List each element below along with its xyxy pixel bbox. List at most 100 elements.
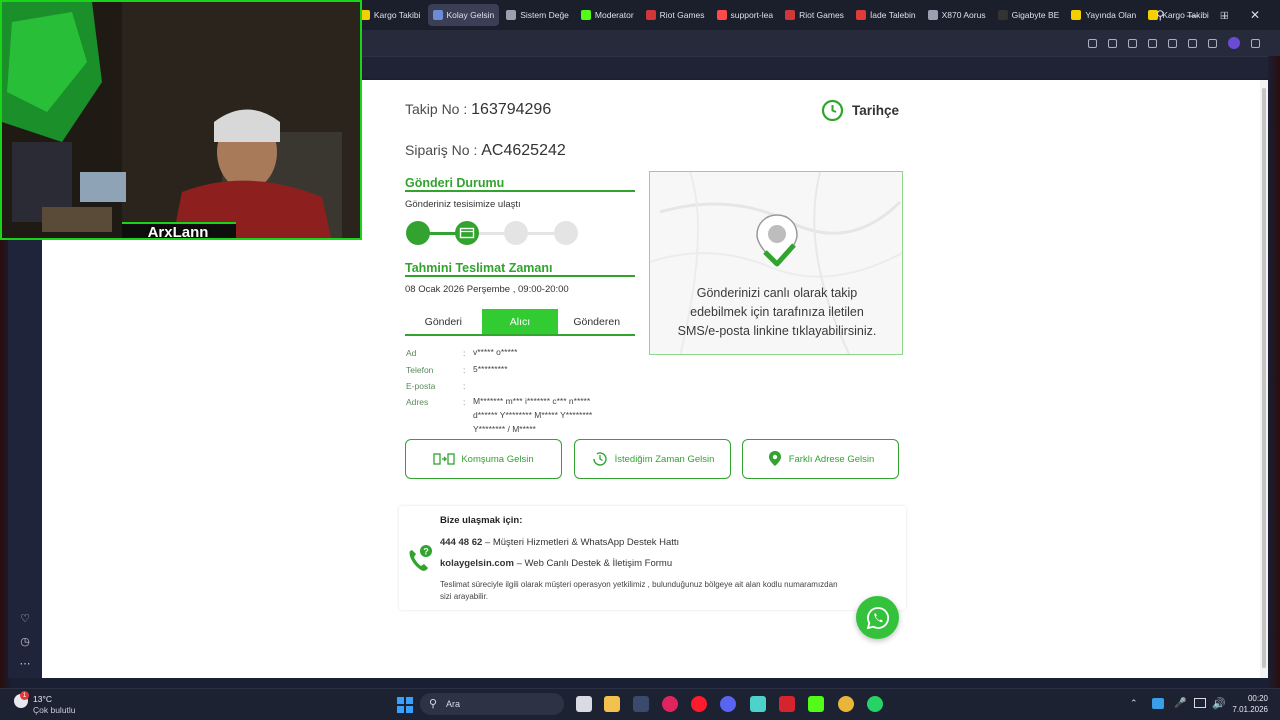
tab-label: Kargo Takibi — [373, 10, 421, 20]
tray-app-icon[interactable] — [1152, 698, 1164, 709]
progress-step-1 — [406, 221, 430, 245]
location-pin-icon — [756, 214, 798, 267]
menu-icon[interactable] — [1208, 38, 1217, 48]
scheduled-button[interactable]: İstediğim Zaman Gelsin — [574, 439, 731, 479]
tab-label: Gigabyte BE — [1011, 10, 1060, 20]
kick-icon[interactable] — [808, 696, 824, 712]
tab-label: Sistem Değe — [520, 10, 569, 20]
notepad-icon[interactable] — [750, 696, 766, 712]
tab-favicon-icon — [432, 10, 443, 20]
volume-icon[interactable]: 🔊 — [1212, 697, 1226, 710]
shield-icon[interactable] — [1128, 38, 1137, 48]
other-address-label: Farklı Adrese Gelsin — [788, 453, 875, 465]
browser-tab[interactable]: Yayında Olan — [1066, 4, 1141, 26]
browser-toolbar — [362, 30, 1280, 56]
tray-chevron-icon[interactable]: ⌃ — [1130, 698, 1138, 709]
search-label: Ara — [446, 699, 461, 709]
eposta-label: E-posta — [406, 381, 436, 391]
clock-date[interactable]: 7.01.2026 — [1226, 705, 1268, 714]
browser-tab[interactable]: Moderator — [576, 4, 639, 26]
tab-favicon-icon — [997, 10, 1008, 20]
scrollbar-thumb[interactable] — [1262, 88, 1266, 668]
tab-favicon-icon — [716, 10, 727, 20]
support-phone-icon: ? — [409, 545, 432, 571]
minimize-icon[interactable]: — — [1187, 8, 1199, 22]
adres-line-3: Y******** / M***** — [473, 424, 536, 434]
ad-separator: : — [463, 348, 466, 358]
takip-label: Takip No : — [405, 101, 468, 117]
discord-icon[interactable] — [720, 696, 736, 712]
tab-favicon-icon — [645, 10, 656, 20]
takip-no: Takip No : 163794296 — [405, 101, 551, 119]
browser-tab[interactable]: İade Talebin — [851, 4, 921, 26]
windows-start-icon[interactable] — [397, 697, 413, 713]
taskbar-search[interactable]: ⚲ Ara — [420, 693, 564, 715]
close-icon[interactable]: ✕ — [1250, 8, 1260, 22]
streamer-name: ArxLann — [147, 224, 209, 240]
whatsapp-taskbar-icon[interactable] — [867, 696, 883, 712]
valorant-icon[interactable] — [779, 696, 795, 712]
history-link[interactable]: Tarihçe — [821, 99, 899, 122]
play-icon[interactable] — [1148, 38, 1157, 48]
task-view-icon[interactable] — [576, 696, 592, 712]
heart-icon[interactable]: ♡ — [19, 613, 31, 625]
tab-label: İade Talebin — [869, 10, 916, 20]
whatsapp-button[interactable] — [856, 596, 899, 639]
contact-web[interactable]: kolaygelsin.com — [440, 558, 514, 569]
contact-note: Teslimat süreciyle ilgili olarak müşteri… — [440, 579, 900, 603]
whatsapp-icon — [866, 606, 889, 629]
tab-label: Yayında Olan — [1085, 10, 1137, 20]
display-icon[interactable] — [1194, 698, 1206, 708]
chrome-icon[interactable] — [838, 696, 854, 712]
search-tabs-icon[interactable]: ⚲ — [1156, 8, 1165, 22]
browser-tab[interactable]: Sistem Değe — [501, 4, 574, 26]
browser-tab[interactable]: Kolay Gelsin — [427, 4, 500, 26]
svg-text:?: ? — [423, 547, 429, 557]
clock-time[interactable]: 00:20 — [1232, 694, 1268, 703]
tab-gonderen[interactable]: Gönderen — [558, 309, 635, 334]
file-explorer-icon[interactable] — [604, 696, 620, 712]
status-text: Gönderiniz tesisimize ulaştı — [405, 199, 521, 210]
contact-phone[interactable]: 444 48 62 — [440, 537, 482, 548]
profile-avatar[interactable] — [1228, 37, 1240, 49]
more-icon[interactable]: ⋯ — [19, 658, 31, 670]
webcam-scene — [2, 2, 360, 238]
camera-icon[interactable] — [1108, 38, 1117, 48]
heart-icon[interactable] — [1168, 38, 1177, 48]
extensions-icon[interactable] — [1251, 38, 1260, 48]
tab-gonderi[interactable]: Gönderi — [405, 309, 482, 334]
media-player-icon[interactable] — [662, 696, 678, 712]
contact-note-line-2: sizi arayabilir. — [440, 592, 489, 601]
opera-gx-icon[interactable] — [691, 696, 707, 712]
browser-tab[interactable]: Riot Games — [780, 4, 849, 26]
share-icon[interactable] — [1088, 38, 1097, 48]
other-address-button[interactable]: Farklı Adrese Gelsin — [742, 439, 899, 479]
maximize-icon[interactable]: □ — [1221, 8, 1228, 22]
tab-favicon-icon — [855, 10, 866, 20]
ad-value: v***** o***** — [473, 347, 518, 357]
tab-alici[interactable]: Alıcı — [481, 309, 559, 334]
tab-favicon-icon — [927, 10, 938, 20]
browser-tab[interactable]: X870 Aorus — [923, 4, 991, 26]
tab-label: X870 Aorus — [941, 10, 986, 20]
history-icon[interactable]: ◷ — [19, 636, 31, 648]
siparis-no: Sipariş No : AC4625242 — [405, 142, 566, 160]
adres-line-2: d****** Y******** M***** Y******** — [473, 410, 593, 420]
browser-tab[interactable]: Kargo Takibi — [355, 4, 426, 26]
takip-value: 163794296 — [471, 101, 552, 118]
neighbor-button[interactable]: Komşuma Gelsin — [405, 439, 562, 479]
tab-favicon-icon — [785, 10, 796, 20]
browser-tab[interactable]: Riot Games — [641, 4, 710, 26]
browser-tab[interactable]: support-lea — [712, 4, 779, 26]
eposta-separator: : — [463, 381, 466, 391]
store-icon[interactable] — [633, 696, 649, 712]
microphone-icon[interactable]: 🎤 — [1174, 698, 1186, 709]
contact-web-desc: – Web Canlı Destek & İletişim Formu — [516, 558, 673, 569]
download-icon[interactable] — [1188, 38, 1197, 48]
window-controls: ⚲ — □ ✕ — [1156, 0, 1260, 30]
ad-label: Ad — [406, 348, 417, 358]
progress-step-4 — [554, 221, 578, 245]
address-pin-icon — [768, 451, 781, 466]
history-clock-icon — [821, 99, 844, 122]
browser-tab[interactable]: Gigabyte BE — [993, 4, 1065, 26]
